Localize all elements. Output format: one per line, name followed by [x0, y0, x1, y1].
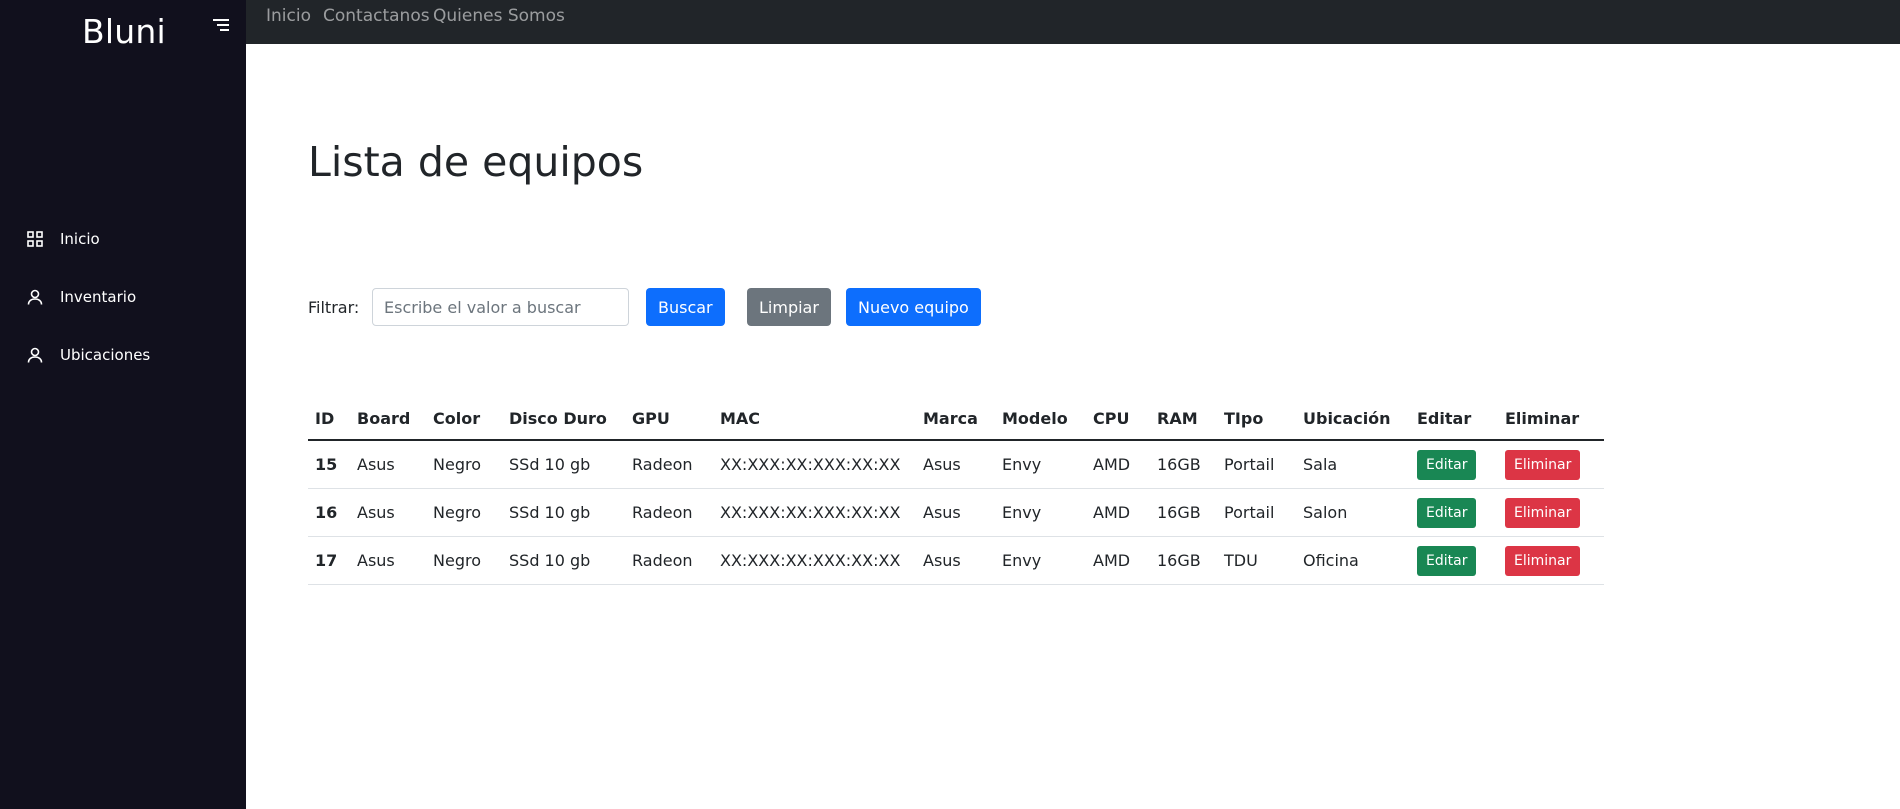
page-title: Lista de equipos — [308, 138, 644, 186]
column-header: Ubicación — [1296, 398, 1410, 441]
cell-ubicacion: Oficina — [1296, 536, 1410, 585]
cell-ram: 16GB — [1150, 440, 1217, 489]
cell-board: Asus — [350, 488, 426, 537]
delete-button[interactable]: Eliminar — [1505, 450, 1581, 481]
cell-mac: XX:XXX:XX:XXX:XX:XX — [713, 536, 916, 585]
nav-link-inicio[interactable]: Inicio — [266, 6, 311, 26]
menu-toggle-icon[interactable] — [211, 16, 231, 34]
column-header: ID — [308, 398, 350, 441]
cell-cpu: AMD — [1086, 488, 1150, 537]
brand-logo: Bluni — [82, 12, 166, 51]
cell-ubicacion: Salon — [1296, 488, 1410, 537]
edit-button[interactable]: Editar — [1417, 546, 1477, 576]
cell-mac: XX:XXX:XX:XXX:XX:XX — [713, 440, 916, 489]
edit-button[interactable]: Editar — [1417, 498, 1477, 528]
cell-modelo: Envy — [995, 488, 1086, 537]
sidebar: Bluni Inicio Inventario Ubicaciones — [0, 0, 246, 809]
cell-edit: Editar — [1410, 440, 1498, 489]
table-row: 17 Asus Negro SSd 10 gb Radeon XX:XXX:XX… — [308, 536, 1604, 585]
table-row: 15 Asus Negro SSd 10 gb Radeon XX:XXX:XX… — [308, 440, 1604, 489]
user-icon — [26, 346, 44, 364]
cell-color: Negro — [426, 440, 502, 489]
cell-cpu: AMD — [1086, 536, 1150, 585]
column-header: GPU — [625, 398, 713, 441]
column-header: Eliminar — [1498, 398, 1604, 441]
delete-button[interactable]: Eliminar — [1505, 546, 1581, 576]
column-header: RAM — [1150, 398, 1217, 441]
cell-id: 15 — [308, 440, 350, 489]
grid-icon — [26, 230, 44, 248]
cell-disco: SSd 10 gb — [502, 440, 625, 489]
column-header: MAC — [713, 398, 916, 441]
cell-edit: Editar — [1410, 488, 1498, 537]
column-header: Color — [426, 398, 502, 441]
cell-color: Negro — [426, 488, 502, 537]
filter-label: Filtrar: — [308, 298, 360, 317]
table-row: 16 Asus Negro SSd 10 gb Radeon XX:XXX:XX… — [308, 488, 1604, 537]
cell-modelo: Envy — [995, 440, 1086, 489]
cell-gpu: Radeon — [625, 440, 713, 489]
sidebar-item-label: Inventario — [60, 288, 137, 306]
search-input[interactable] — [372, 288, 629, 326]
edit-button[interactable]: Editar — [1417, 450, 1477, 481]
column-header: Disco Duro — [502, 398, 625, 441]
sidebar-item-inicio[interactable]: Inicio — [0, 210, 246, 268]
sidebar-item-inventario[interactable]: Inventario — [0, 268, 246, 326]
cell-board: Asus — [350, 536, 426, 585]
cell-edit: Editar — [1410, 536, 1498, 585]
column-header: Marca — [916, 398, 995, 441]
column-header: CPU — [1086, 398, 1150, 441]
filter-bar: Filtrar: Buscar Limpiar Nuevo equipo — [308, 284, 1608, 326]
nav-link-quienes-somos[interactable]: Quienes Somos — [433, 6, 565, 26]
equipment-table: ID Board Color Disco Duro GPU MAC Marca … — [308, 398, 1604, 585]
sidebar-nav: Inicio Inventario Ubicaciones — [0, 210, 246, 384]
cell-mac: XX:XXX:XX:XXX:XX:XX — [713, 488, 916, 537]
sidebar-item-ubicaciones[interactable]: Ubicaciones — [0, 326, 246, 384]
cell-tipo: Portail — [1217, 488, 1296, 537]
cell-tipo: TDU — [1217, 536, 1296, 585]
cell-disco: SSd 10 gb — [502, 536, 625, 585]
column-header: Modelo — [995, 398, 1086, 441]
cell-marca: Asus — [916, 536, 995, 585]
cell-ram: 16GB — [1150, 488, 1217, 537]
cell-delete: Eliminar — [1498, 488, 1604, 537]
column-header: Board — [350, 398, 426, 441]
cell-board: Asus — [350, 440, 426, 489]
clear-button[interactable]: Limpiar — [747, 288, 831, 326]
cell-gpu: Radeon — [625, 536, 713, 585]
cell-ubicacion: Sala — [1296, 440, 1410, 489]
cell-cpu: AMD — [1086, 440, 1150, 489]
new-equipment-button[interactable]: Nuevo equipo — [846, 288, 981, 326]
user-icon — [26, 288, 44, 306]
search-button[interactable]: Buscar — [646, 288, 725, 326]
cell-delete: Eliminar — [1498, 536, 1604, 585]
cell-id: 16 — [308, 488, 350, 537]
top-navbar: Inicio Contactanos Quienes Somos — [246, 0, 1900, 44]
cell-disco: SSd 10 gb — [502, 488, 625, 537]
cell-delete: Eliminar — [1498, 440, 1604, 489]
cell-id: 17 — [308, 536, 350, 585]
cell-modelo: Envy — [995, 536, 1086, 585]
cell-marca: Asus — [916, 440, 995, 489]
cell-gpu: Radeon — [625, 488, 713, 537]
sidebar-item-label: Ubicaciones — [60, 346, 151, 364]
cell-marca: Asus — [916, 488, 995, 537]
column-header: TIpo — [1217, 398, 1296, 441]
sidebar-item-label: Inicio — [60, 230, 100, 248]
cell-ram: 16GB — [1150, 536, 1217, 585]
nav-link-contactanos[interactable]: Contactanos — [323, 6, 430, 26]
delete-button[interactable]: Eliminar — [1505, 498, 1581, 528]
table-header-row: ID Board Color Disco Duro GPU MAC Marca … — [308, 398, 1604, 441]
column-header: Editar — [1410, 398, 1498, 441]
cell-color: Negro — [426, 536, 502, 585]
cell-tipo: Portail — [1217, 440, 1296, 489]
